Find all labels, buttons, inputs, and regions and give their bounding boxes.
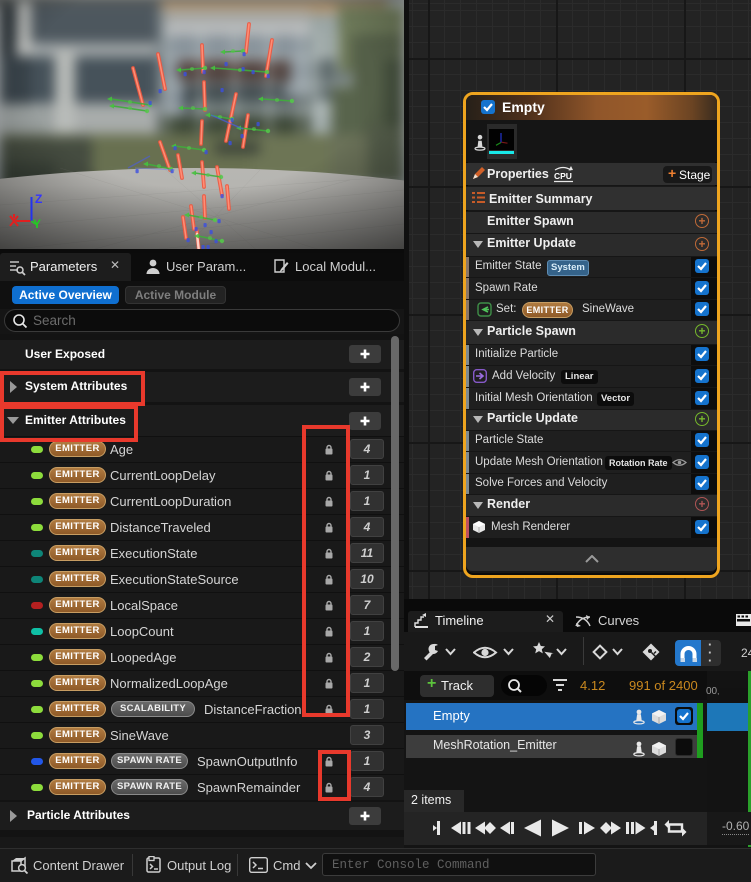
svg-text:Z: Z — [35, 192, 42, 206]
svg-text:CPU: CPU — [554, 171, 572, 181]
